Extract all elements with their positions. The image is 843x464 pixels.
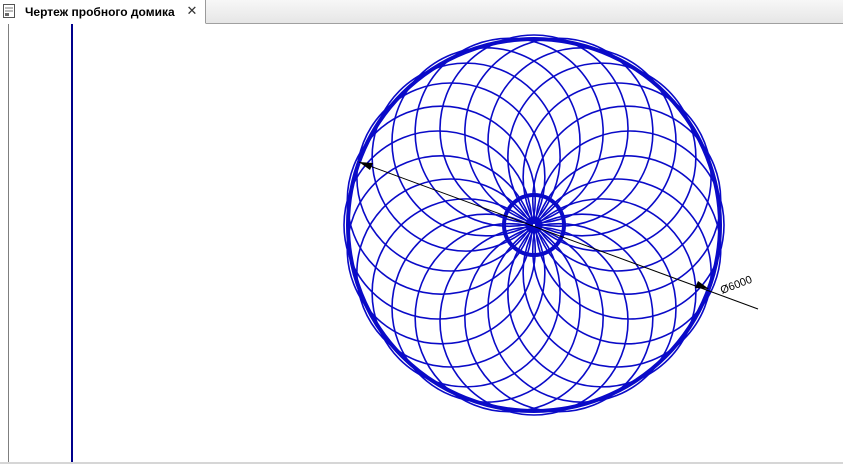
rosette-pattern bbox=[343, 34, 725, 416]
close-icon[interactable]: ✕ bbox=[186, 4, 198, 17]
dimension-arrow-left-icon bbox=[359, 162, 373, 170]
document-tab-title: Чертеж пробного домика bbox=[25, 5, 175, 19]
document-tab[interactable]: Чертеж пробного домика ✕ bbox=[0, 0, 206, 24]
drawing-document-icon bbox=[3, 4, 15, 18]
inner-circle bbox=[502, 193, 566, 257]
document-tab-bar: Чертеж пробного домика ✕ bbox=[0, 0, 843, 24]
drawing-canvas[interactable]: Ø6000 bbox=[0, 24, 843, 464]
dimension-label: Ø6000 bbox=[719, 274, 754, 297]
dimension-arrow-right-icon bbox=[695, 281, 709, 289]
